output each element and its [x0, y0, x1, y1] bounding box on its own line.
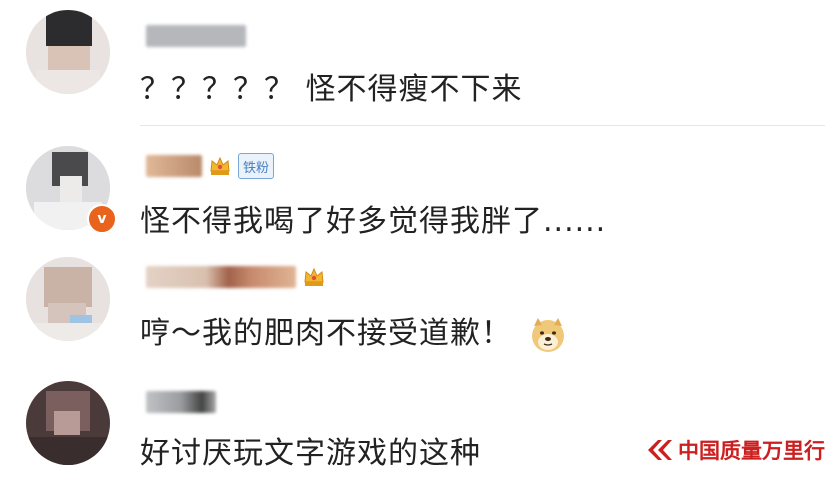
crown-icon	[210, 156, 230, 175]
doge-emoji-icon	[531, 317, 564, 352]
comment-text: 怪不得我喝了好多觉得我胖了......	[140, 204, 607, 239]
comment-text: 好讨厌玩文字游戏的这种	[140, 436, 481, 471]
fan-badge-label: 铁粉	[243, 160, 270, 176]
avatar[interactable]	[26, 381, 110, 465]
username[interactable]	[140, 22, 246, 50]
avatar[interactable]	[26, 257, 110, 341]
crown-icon	[304, 267, 324, 286]
avatar[interactable]	[26, 10, 110, 94]
watermark-text: 中国质量万里行	[678, 438, 825, 463]
username[interactable]: 铁粉	[140, 152, 275, 180]
comment-text: 哼～我的肥肉不接受道歉！	[140, 308, 567, 354]
username-mosaic	[146, 391, 216, 413]
divider	[140, 125, 825, 126]
verified-badge-icon: v	[87, 204, 117, 234]
avatar-mosaic	[26, 10, 110, 94]
username-mosaic	[146, 155, 202, 177]
username[interactable]	[140, 388, 216, 416]
avatar-mosaic	[26, 381, 110, 465]
username-mosaic	[146, 266, 296, 288]
watermark: 中国质量万里行	[646, 432, 825, 468]
comment-text: ？？？？？ 怪不得瘦不下来	[140, 72, 523, 107]
watermark-logo-icon	[648, 440, 672, 460]
fan-badge: 铁粉	[238, 153, 275, 179]
comment-text-content: 哼～我的肥肉不接受道歉！	[140, 316, 512, 351]
avatar-mosaic	[26, 257, 110, 341]
username[interactable]	[140, 263, 326, 291]
username-mosaic	[146, 25, 246, 47]
